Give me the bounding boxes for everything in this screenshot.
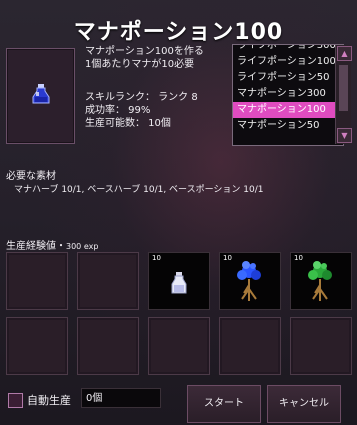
material-slot[interactable]: 10 bbox=[290, 252, 352, 310]
material-slot[interactable] bbox=[290, 317, 352, 375]
product-preview bbox=[6, 48, 75, 144]
craftable-count: 生産可能数： 10個 bbox=[85, 118, 171, 129]
material-slot[interactable] bbox=[77, 317, 139, 375]
success-rate: 成功率： 99% bbox=[85, 105, 151, 116]
recipe-list-item[interactable]: ライフポーション100 bbox=[233, 54, 343, 70]
scroll-up-icon[interactable]: ▲ bbox=[337, 46, 352, 61]
mana-herb-icon bbox=[237, 261, 261, 301]
recipe-list-item[interactable]: マナポーション50 bbox=[233, 118, 343, 134]
quantity-field[interactable]: 0個 bbox=[81, 388, 161, 408]
recipe-list-item[interactable]: ライフポーション50 bbox=[233, 70, 343, 86]
slot-count: 10 bbox=[294, 254, 303, 262]
mana-potion-icon bbox=[32, 84, 50, 104]
skill-rank: スキルランク： ランク 8 bbox=[85, 92, 198, 103]
base-potion-icon bbox=[171, 272, 187, 294]
recipe-list-scrollbar[interactable]: ▲ ▼ bbox=[335, 45, 352, 144]
description-line: 1個あたりマナが10必要 bbox=[85, 59, 195, 70]
recipe-description: マナポーション100を作る 1個あたりマナが10必要 bbox=[85, 45, 204, 71]
scrollbar-thumb[interactable] bbox=[339, 65, 348, 111]
slot-count: 10 bbox=[223, 254, 232, 262]
materials-label: 必要な素材 bbox=[6, 171, 56, 182]
recipe-list-item[interactable]: ライフポーション300 bbox=[233, 45, 343, 54]
cancel-button[interactable]: キャンセル bbox=[267, 385, 341, 423]
recipe-list[interactable]: ライフポーション300 ライフポーション100 ライフポーション50 マナポーシ… bbox=[232, 44, 344, 146]
auto-produce-toggle[interactable]: 自動生産 bbox=[8, 392, 71, 408]
recipe-list-item[interactable]: マナポーション300 bbox=[233, 86, 343, 102]
scroll-down-icon[interactable]: ▼ bbox=[337, 128, 352, 143]
start-button[interactable]: スタート bbox=[187, 385, 261, 423]
recipe-list-item-selected[interactable]: マナポーション100 bbox=[233, 102, 343, 118]
auto-produce-label: 自動生産 bbox=[27, 394, 71, 407]
experience-value: 300 exp bbox=[66, 242, 99, 251]
materials-text: マナハーブ 10/1, ベースハーブ 10/1, ベースポーション 10/1 bbox=[14, 185, 264, 195]
material-slot[interactable]: 10 bbox=[148, 252, 210, 310]
page-title: マナポーション100 bbox=[73, 20, 284, 45]
auto-produce-checkbox[interactable] bbox=[8, 392, 23, 408]
base-herb-icon bbox=[308, 261, 332, 301]
material-slot[interactable] bbox=[77, 252, 139, 310]
material-slot[interactable] bbox=[148, 317, 210, 375]
slot-count: 10 bbox=[152, 254, 161, 262]
material-slot[interactable] bbox=[6, 317, 68, 375]
material-slot[interactable]: 10 bbox=[219, 252, 281, 310]
material-slot[interactable] bbox=[219, 317, 281, 375]
description-line: マナポーション100を作る bbox=[85, 46, 204, 57]
material-slot[interactable] bbox=[6, 252, 68, 310]
experience-row: 生産経験値・300 exp bbox=[6, 241, 99, 252]
recipe-info: マナポーション100を作る 1個あたりマナが10必要 スキルランク： ランク 8… bbox=[85, 45, 204, 130]
experience-label: 生産経験値 bbox=[6, 241, 56, 252]
